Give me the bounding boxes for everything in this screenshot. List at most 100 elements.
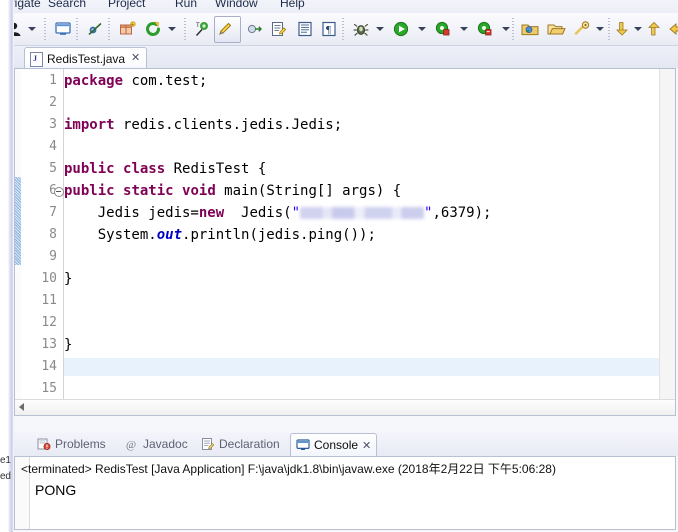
- editor-tab-redistest[interactable]: J RedisTest.java ✕: [24, 47, 148, 69]
- chevron-down-icon[interactable]: [418, 25, 427, 34]
- back-icon[interactable]: [666, 17, 678, 41]
- line-number: 1: [49, 73, 57, 88]
- console-tab-strip: Problems @ Javadoc Declaration Console ✕: [14, 432, 678, 456]
- left-edge-fragment: ed: [0, 471, 11, 482]
- tab-declaration[interactable]: Declaration: [196, 434, 285, 454]
- tab-label: Console: [314, 438, 359, 452]
- code-line: package com.test;: [64, 73, 208, 89]
- menu-item-project[interactable]: Project: [108, 0, 145, 10]
- code-line: public class RedisTest {: [64, 161, 267, 177]
- svg-text:T: T: [196, 23, 200, 29]
- menu-item-help[interactable]: Help: [280, 0, 305, 10]
- code-line: }: [64, 337, 73, 353]
- line-number: 8: [49, 227, 57, 242]
- code-line: Jedis jedis=new Jedis(" ",6379);: [64, 205, 492, 221]
- toolbar-separator: [184, 18, 186, 40]
- chevron-down-icon[interactable]: [502, 25, 511, 34]
- main-toolbar: + T ¶: [0, 13, 678, 46]
- line-number: 10: [41, 271, 57, 286]
- refresh-icon[interactable]: [142, 17, 164, 41]
- javadoc-icon: @: [125, 437, 139, 451]
- line-number: 14: [41, 359, 57, 374]
- editor-tab-strip: J RedisTest.java ✕: [14, 46, 678, 69]
- editor-horizontal-scrollbar[interactable]: [15, 399, 675, 415]
- chevron-down-icon[interactable]: [376, 25, 385, 34]
- console-terminated-line: <terminated> RedisTest [Java Application…: [21, 462, 556, 476]
- show-whitespace-icon[interactable]: [294, 17, 316, 41]
- menu-bar: avigate Search Project Run Window Help: [0, 0, 678, 13]
- line-number: 9: [49, 249, 57, 264]
- line-number: 3: [49, 117, 57, 132]
- code-line: import redis.clients.jedis.Jedis;: [64, 117, 343, 133]
- line-number: 2: [49, 95, 57, 110]
- run-profile-icon[interactable]: [474, 17, 496, 41]
- menu-item-search[interactable]: Search: [48, 0, 86, 10]
- editor-area: J RedisTest.java ✕ 1 2 3 4 5 6 7 8 9 10 …: [14, 46, 678, 418]
- open-declaration-icon[interactable]: [244, 17, 266, 41]
- toolbar-separator: [512, 18, 514, 40]
- code-line: public static void main(String[] args) {: [64, 183, 402, 199]
- new-package-icon[interactable]: +: [116, 17, 138, 41]
- console-output-area[interactable]: <terminated> RedisTest [Java Application…: [14, 456, 676, 530]
- debug-icon[interactable]: [350, 17, 372, 41]
- line-number: 5: [49, 161, 57, 176]
- close-icon[interactable]: ✕: [362, 439, 371, 452]
- toolbar-separator: [108, 18, 110, 40]
- tab-label: Problems: [55, 437, 106, 451]
- left-window-edge: e1 ed: [0, 0, 14, 532]
- toolbar-separator: [76, 18, 78, 40]
- run-icon[interactable]: [390, 17, 412, 41]
- highlighter-icon[interactable]: [215, 17, 237, 41]
- editor-body[interactable]: 1 2 3 4 5 6 7 8 9 10 11 12 13 14 15 pack…: [14, 68, 676, 416]
- console-icon: [296, 438, 310, 452]
- tab-console[interactable]: Console ✕: [290, 433, 378, 456]
- code-line: System.out.println(jedis.ping());: [64, 227, 376, 243]
- menu-item-run[interactable]: Run: [175, 0, 197, 10]
- chevron-down-icon[interactable]: [460, 25, 469, 34]
- chevron-down-icon[interactable]: [168, 25, 177, 34]
- chevron-down-icon[interactable]: [596, 25, 605, 34]
- toolbar-separator: [342, 18, 344, 40]
- line-number: 7: [49, 205, 57, 220]
- line-number: 13: [41, 337, 57, 352]
- disable-breakpoint-icon[interactable]: [84, 17, 106, 41]
- external-tools-icon[interactable]: [518, 17, 542, 41]
- tab-javadoc[interactable]: @ Javadoc: [120, 434, 193, 454]
- toolbar-separator: [608, 18, 610, 40]
- problems-icon: [37, 437, 51, 451]
- new-window-icon[interactable]: [52, 17, 74, 41]
- console-output-text: PONG: [35, 482, 77, 498]
- svg-text:@: @: [126, 439, 136, 451]
- chevron-down-icon[interactable]: [28, 25, 37, 34]
- declaration-icon: [201, 437, 215, 451]
- svg-text:+: +: [131, 22, 134, 28]
- tab-label: Declaration: [219, 437, 280, 451]
- editor-vertical-scrollbar[interactable]: [659, 69, 675, 415]
- previous-annotation-icon[interactable]: [644, 17, 664, 41]
- chevron-down-icon[interactable]: [634, 25, 643, 34]
- open-resource-icon[interactable]: [544, 17, 568, 41]
- tab-problems[interactable]: Problems: [32, 434, 111, 454]
- search-pin-icon[interactable]: [570, 17, 594, 41]
- svg-text:¶: ¶: [326, 24, 331, 36]
- java-file-icon: J: [30, 51, 43, 67]
- line-number: 11: [41, 293, 57, 308]
- eclipse-window: avigate Search Project Run Window Help +…: [0, 0, 678, 532]
- line-number: 12: [41, 315, 57, 330]
- code-text-area[interactable]: package com.test; import redis.clients.j…: [64, 69, 659, 415]
- skip-breakpoints-icon[interactable]: T: [192, 17, 214, 41]
- code-line: }: [64, 271, 73, 287]
- console-view: Problems @ Javadoc Declaration Console ✕…: [14, 432, 678, 532]
- close-icon[interactable]: ✕: [131, 53, 140, 64]
- open-task-icon[interactable]: [268, 17, 290, 41]
- line-number: 4: [49, 139, 57, 154]
- fold-collapse-icon[interactable]: [54, 187, 64, 197]
- next-annotation-icon[interactable]: [612, 17, 632, 41]
- pilcrow-icon[interactable]: ¶: [318, 17, 340, 41]
- editor-tab-label: RedisTest.java: [47, 51, 126, 66]
- scroll-left-icon[interactable]: [19, 403, 24, 411]
- menu-item-window[interactable]: Window: [215, 0, 258, 10]
- run-coverage-icon[interactable]: [432, 17, 454, 41]
- editor-gutter[interactable]: 1 2 3 4 5 6 7 8 9 10 11 12 13 14 15: [21, 69, 64, 415]
- line-number: 15: [41, 381, 57, 396]
